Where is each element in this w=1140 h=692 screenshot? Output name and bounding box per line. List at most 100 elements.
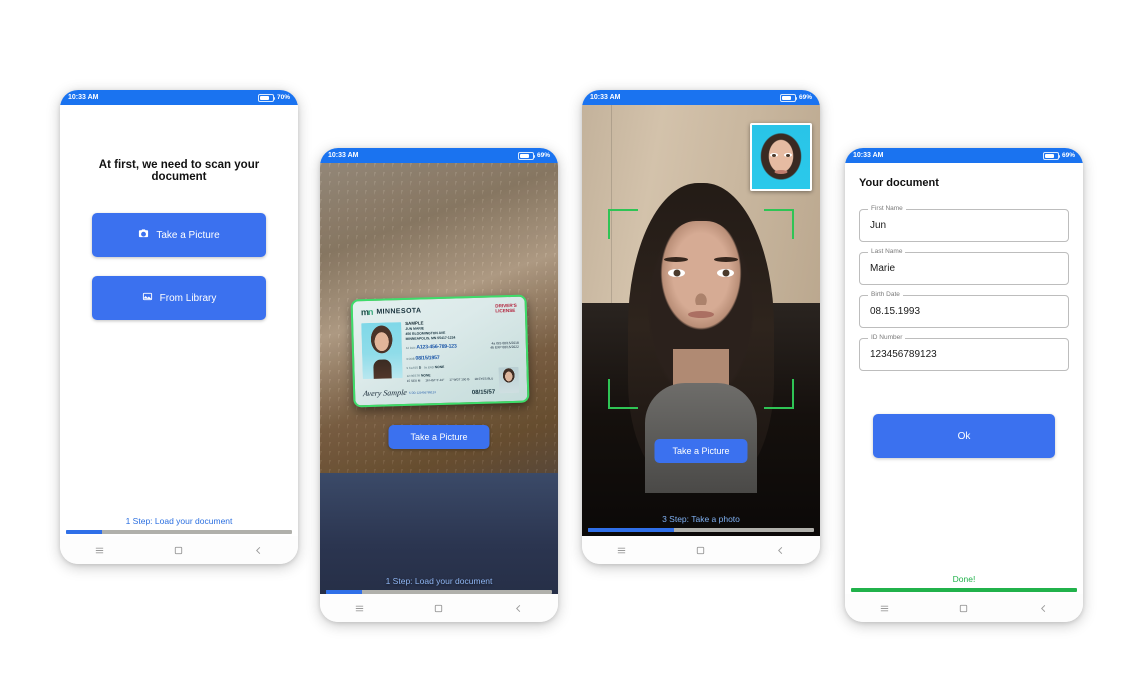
thumbnail-eye-right [784,153,792,157]
first-name-input[interactable] [870,220,1058,231]
thumbnail-skin [764,135,798,181]
home-square-icon[interactable] [433,603,444,614]
license-portrait [361,322,403,380]
license-dates: 4a ISS 08/15/2018 4b EXP 08/15/2022 [490,341,519,350]
mouth [688,311,714,318]
license-exp-label: 4b EXP [490,345,502,350]
from-library-button[interactable]: From Library [92,276,266,320]
status-bar: 10:33 AM 69% [320,148,558,163]
face-skin [659,221,743,339]
license-dob-value: 08/15/1957 [415,354,440,362]
first-name-label: First Name [868,205,906,212]
birth-date-label: Birth Date [868,291,903,298]
birth-date-field[interactable]: Birth Date [859,291,1069,328]
page-title: At first, we need to scan your document [98,159,260,183]
back-chevron-icon[interactable] [1038,603,1049,614]
android-nav-bar [320,594,558,622]
menu-icon[interactable] [354,603,365,614]
birth-date-input[interactable] [870,306,1058,317]
home-square-icon[interactable] [958,603,969,614]
step-label: 1 Step: Load your document [125,516,233,526]
license-dln-label: 4d DLN [405,345,416,351]
menu-icon[interactable] [616,545,627,556]
face-bracket-top-left [608,209,638,239]
step-footer: 3 Step: Take a photo [582,511,820,532]
progress-bar [851,588,1077,592]
back-chevron-icon[interactable] [513,603,524,614]
battery-icon [779,93,798,102]
license-sex-value: M [417,378,421,383]
license-type: DRIVER'S LICENSE [495,302,517,314]
android-nav-bar [60,536,298,564]
license-dob-label: 3 DOB [406,356,415,361]
nose [694,283,708,305]
status-time: 10:33 AM [853,152,884,159]
license-state: MINNESOTA [376,307,422,317]
back-chevron-icon[interactable] [253,545,264,556]
home-square-icon[interactable] [695,545,706,556]
status-bar: 10:33 AM 70% [60,90,298,105]
step-label: Done! [952,574,976,584]
id-number-field[interactable]: ID Number [859,334,1069,371]
android-nav-bar [845,594,1083,622]
step-footer: 1 Step: Load your document [60,513,298,536]
eye-right [717,269,734,277]
android-nav-bar [582,536,820,564]
license-header: mn MINNESOTA DRIVER'S LICENSE [360,302,517,318]
license-eyes-value: BLU [487,376,494,381]
last-name-label: Last Name [868,248,906,255]
take-a-picture-button[interactable]: Take a Picture [92,213,266,257]
document-form: Your document First Name Last Name Birth… [845,163,1083,571]
license-exp-value: 08/15/2022 [502,344,519,350]
id-number-label: ID Number [868,334,906,341]
phone-scan-document: 10:33 AM 69% mn MINNESOTA DRIVER'S LICEN… [320,148,558,622]
user-face [628,183,774,493]
reference-photo-thumbnail[interactable] [750,123,812,191]
last-name-field[interactable]: Last Name [859,248,1069,285]
license-dd-value: 5 DD 123456789123 [409,390,436,395]
ok-button[interactable]: Ok [873,414,1055,458]
take-a-picture-button[interactable]: Take a Picture [654,439,748,463]
screen-content: At first, we need to scan your document … [60,105,298,513]
menu-icon[interactable] [879,603,890,614]
take-a-picture-label: Take a Picture [156,229,220,241]
progress-bar [326,590,552,594]
step-label: 3 Step: Take a photo [662,514,740,524]
eyebrow-right [714,257,738,262]
camera-icon [138,228,149,242]
status-right: 69% [1042,151,1075,160]
mn-logo-icon: mn [360,307,373,318]
take-a-picture-button[interactable]: Take a Picture [388,425,490,449]
license-sex-label: 15 SEX [406,378,418,383]
license-signature: Avery Sample [362,387,408,399]
last-name-input[interactable] [870,263,1058,274]
phone-your-document: 10:33 AM 69% Your document First Name La… [845,148,1083,622]
status-right: 69% [779,93,812,102]
step-footer: Done! [845,571,1083,594]
license-dob-row: 3 DOB 08/15/1957 [406,353,519,364]
thumbnail-mouth [774,170,788,174]
license-wgt-label: 17 WGT [449,377,461,382]
selfie-viewfinder: Take a Picture 3 Step: Take a photo [582,105,820,536]
id-number-input[interactable] [870,349,1058,360]
back-chevron-icon[interactable] [775,545,786,556]
progress-bar [66,530,292,534]
license-wgt-value: 150 lb [461,377,470,382]
battery-icon [257,93,276,102]
license-issue-date: 08/15/57 [471,389,496,397]
drivers-license-card: mn MINNESOTA DRIVER'S LICENSE SAMPLE JUN… [350,294,530,408]
status-time: 10:33 AM [328,152,359,159]
wall-corner [610,105,613,304]
menu-icon[interactable] [94,545,105,556]
license-ghost-portrait [498,366,520,394]
status-time: 10:33 AM [68,94,99,101]
home-square-icon[interactable] [173,545,184,556]
license-restr-label: 12 RESTR [406,373,421,378]
battery-icon [517,151,536,160]
thumbnail-eye-left [770,153,778,157]
battery-percent: 69% [798,94,812,101]
status-time: 10:33 AM [590,94,621,101]
status-right: 69% [517,151,550,160]
first-name-field[interactable]: First Name [859,205,1069,242]
license-restr-value: NONE [420,373,431,378]
